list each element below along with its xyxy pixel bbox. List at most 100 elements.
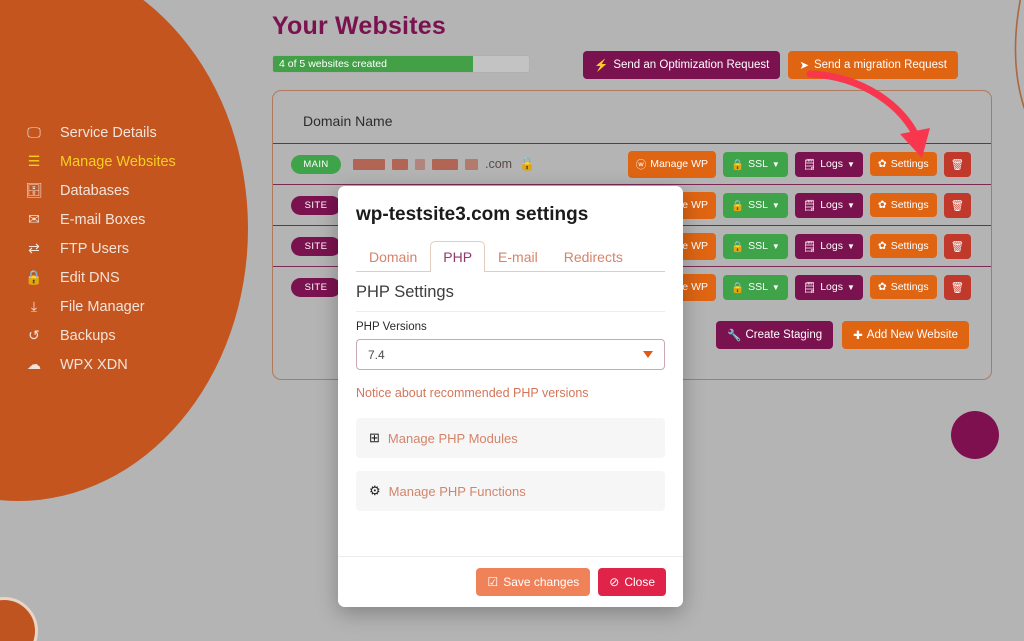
sidebar-item-label: Databases (60, 182, 130, 199)
settings-label: Settings (890, 240, 929, 252)
lock-icon: 🔒 (25, 269, 43, 285)
decorative-purple-circle (951, 411, 999, 459)
chevron-down-icon: ▼ (771, 200, 780, 210)
ban-icon: ⊘ (609, 575, 620, 589)
sidebar: 🖵 Service Details ☰ Manage Websites 🗄 Da… (0, 118, 176, 379)
sidebar-item-label: WPX XDN (60, 356, 128, 373)
trash-icon: 🗑 (950, 199, 964, 212)
progress-label: 4 of 5 websites created (279, 58, 387, 70)
chevron-down-icon: ▼ (846, 159, 855, 169)
logs-label: Logs (820, 240, 843, 252)
sidebar-item-label: Service Details (60, 124, 157, 141)
page-title: Your Websites (272, 12, 446, 40)
settings-label: Settings (890, 199, 929, 211)
redacted-block (353, 158, 385, 170)
add-new-website-label: Add New Website (866, 329, 958, 341)
header-action-buttons: ⚡ Send an Optimization Request ➤ Send a … (583, 51, 958, 79)
logs-button[interactable]: 🗒 Logs ▼ (794, 233, 863, 259)
lock-icon: 🔒 (730, 281, 745, 294)
file-icon: 🗒 (802, 281, 817, 294)
chevron-down-icon (643, 351, 653, 358)
sidebar-item-backups[interactable]: ↺ Backups (0, 321, 176, 350)
status-badge: MAIN (291, 154, 341, 174)
delete-button[interactable]: 🗑 (943, 151, 971, 177)
ssl-button[interactable]: 🔒 SSL ▼ (722, 192, 788, 218)
redacted-block (465, 158, 478, 170)
settings-button[interactable]: ✿ Settings (869, 234, 937, 258)
domain-name-column-header: Domain Name (303, 113, 393, 129)
ssl-label: SSL (748, 281, 768, 293)
delete-button[interactable]: 🗑 (943, 233, 971, 259)
close-label: Close (624, 575, 655, 589)
sidebar-item-file-manager[interactable]: ⤓ File Manager (0, 292, 176, 321)
tab-domain[interactable]: Domain (356, 241, 430, 272)
settings-button[interactable]: ✿ Settings (869, 275, 937, 299)
send-migration-request-button[interactable]: ➤ Send a migration Request (788, 51, 958, 79)
create-staging-label: Create Staging (745, 329, 823, 341)
tab-redirects[interactable]: Redirects (551, 241, 636, 272)
tab-email[interactable]: E-mail (485, 241, 551, 272)
sidebar-item-label: Backups (60, 327, 116, 344)
gear-icon: ✿ (877, 199, 887, 211)
php-version-select[interactable]: 7.4 (356, 339, 665, 370)
tab-php[interactable]: PHP (430, 241, 486, 272)
close-button[interactable]: ⊘ Close (598, 568, 666, 596)
manage-php-functions-link[interactable]: ⚙ Manage PHP Functions (356, 471, 665, 511)
modal-title: wp-testsite3.com settings (356, 204, 589, 225)
wordpress-icon: ⓦ (635, 158, 647, 171)
chevron-down-icon: ▼ (771, 241, 780, 251)
gear-icon: ✿ (877, 240, 887, 252)
sidebar-item-label: Edit DNS (60, 269, 120, 286)
manage-php-functions-label: Manage PHP Functions (388, 483, 526, 499)
delete-button[interactable]: 🗑 (943, 274, 971, 300)
settings-button[interactable]: ✿ Settings (869, 152, 937, 176)
php-versions-notice-link[interactable]: Notice about recommended PHP versions (356, 386, 665, 400)
sidebar-item-email-boxes[interactable]: ✉ E-mail Boxes (0, 205, 176, 234)
file-icon: 🗒 (802, 199, 817, 212)
lock-icon: 🔒 (730, 199, 745, 212)
ssl-label: SSL (748, 158, 768, 170)
create-staging-button[interactable]: 🔧 Create Staging (716, 321, 834, 349)
ssl-button[interactable]: 🔒 SSL ▼ (722, 274, 788, 300)
delete-button[interactable]: 🗑 (943, 192, 971, 218)
trash-icon: 🗑 (950, 240, 964, 253)
ssl-button[interactable]: 🔒 SSL ▼ (722, 151, 788, 177)
logs-label: Logs (820, 281, 843, 293)
send-optimization-request-button[interactable]: ⚡ Send an Optimization Request (583, 51, 781, 79)
settings-label: Settings (890, 281, 929, 293)
modal-body: wp-testsite3.com settings Domain PHP E-m… (338, 186, 683, 556)
settings-button[interactable]: ✿ Settings (869, 193, 937, 217)
page-header: Your Websites 4 of 5 websites created (272, 12, 530, 73)
save-changes-button[interactable]: ☑ Save changes (476, 568, 591, 596)
manage-php-modules-label: Manage PHP Modules (387, 430, 518, 446)
domain-suffix: .com (485, 157, 513, 171)
sidebar-item-ftp-users[interactable]: ⇄ FTP Users (0, 234, 176, 263)
history-icon: ↺ (28, 327, 40, 343)
sidebar-item-databases[interactable]: 🗄 Databases (0, 176, 176, 205)
php-settings-heading: PHP Settings (356, 283, 665, 312)
manage-wp-button[interactable]: ⓦ Manage WP (627, 150, 716, 178)
lock-icon: 🔒 (519, 156, 536, 171)
ssl-label: SSL (748, 240, 768, 252)
sidebar-item-wpx-xdn[interactable]: ☁ WPX XDN (0, 350, 176, 379)
manage-php-modules-link[interactable]: ⊞ Manage PHP Modules (356, 418, 665, 458)
progress-fill: 4 of 5 websites created (273, 56, 473, 72)
chevron-down-icon: ▼ (771, 159, 780, 169)
logs-button[interactable]: 🗒 Logs ▼ (794, 151, 863, 177)
ssl-label: SSL (748, 199, 768, 211)
sidebar-item-edit-dns[interactable]: 🔒 Edit DNS (0, 263, 176, 292)
logs-button[interactable]: 🗒 Logs ▼ (794, 192, 863, 218)
trash-icon: 🗑 (950, 281, 964, 294)
ssl-button[interactable]: 🔒 SSL ▼ (722, 233, 788, 259)
lock-icon: 🔒 (730, 240, 745, 253)
logs-button[interactable]: 🗒 Logs ▼ (794, 274, 863, 300)
sidebar-item-label: File Manager (60, 298, 145, 315)
sidebar-item-manage-websites[interactable]: ☰ Manage Websites (0, 147, 176, 176)
table-row: MAIN .com 🔒 ⓦ Manage WP 🔒 SSL ▼ 🗒 Logs ▼… (273, 143, 991, 184)
decorative-orange-dot (0, 597, 38, 641)
chevron-down-icon: ▼ (771, 282, 780, 292)
add-new-website-button[interactable]: ✚ Add New Website (842, 321, 969, 349)
chevron-down-icon: ▼ (846, 282, 855, 292)
sidebar-item-service-details[interactable]: 🖵 Service Details (0, 118, 176, 147)
send-migration-request-label: Send a migration Request (813, 59, 947, 71)
